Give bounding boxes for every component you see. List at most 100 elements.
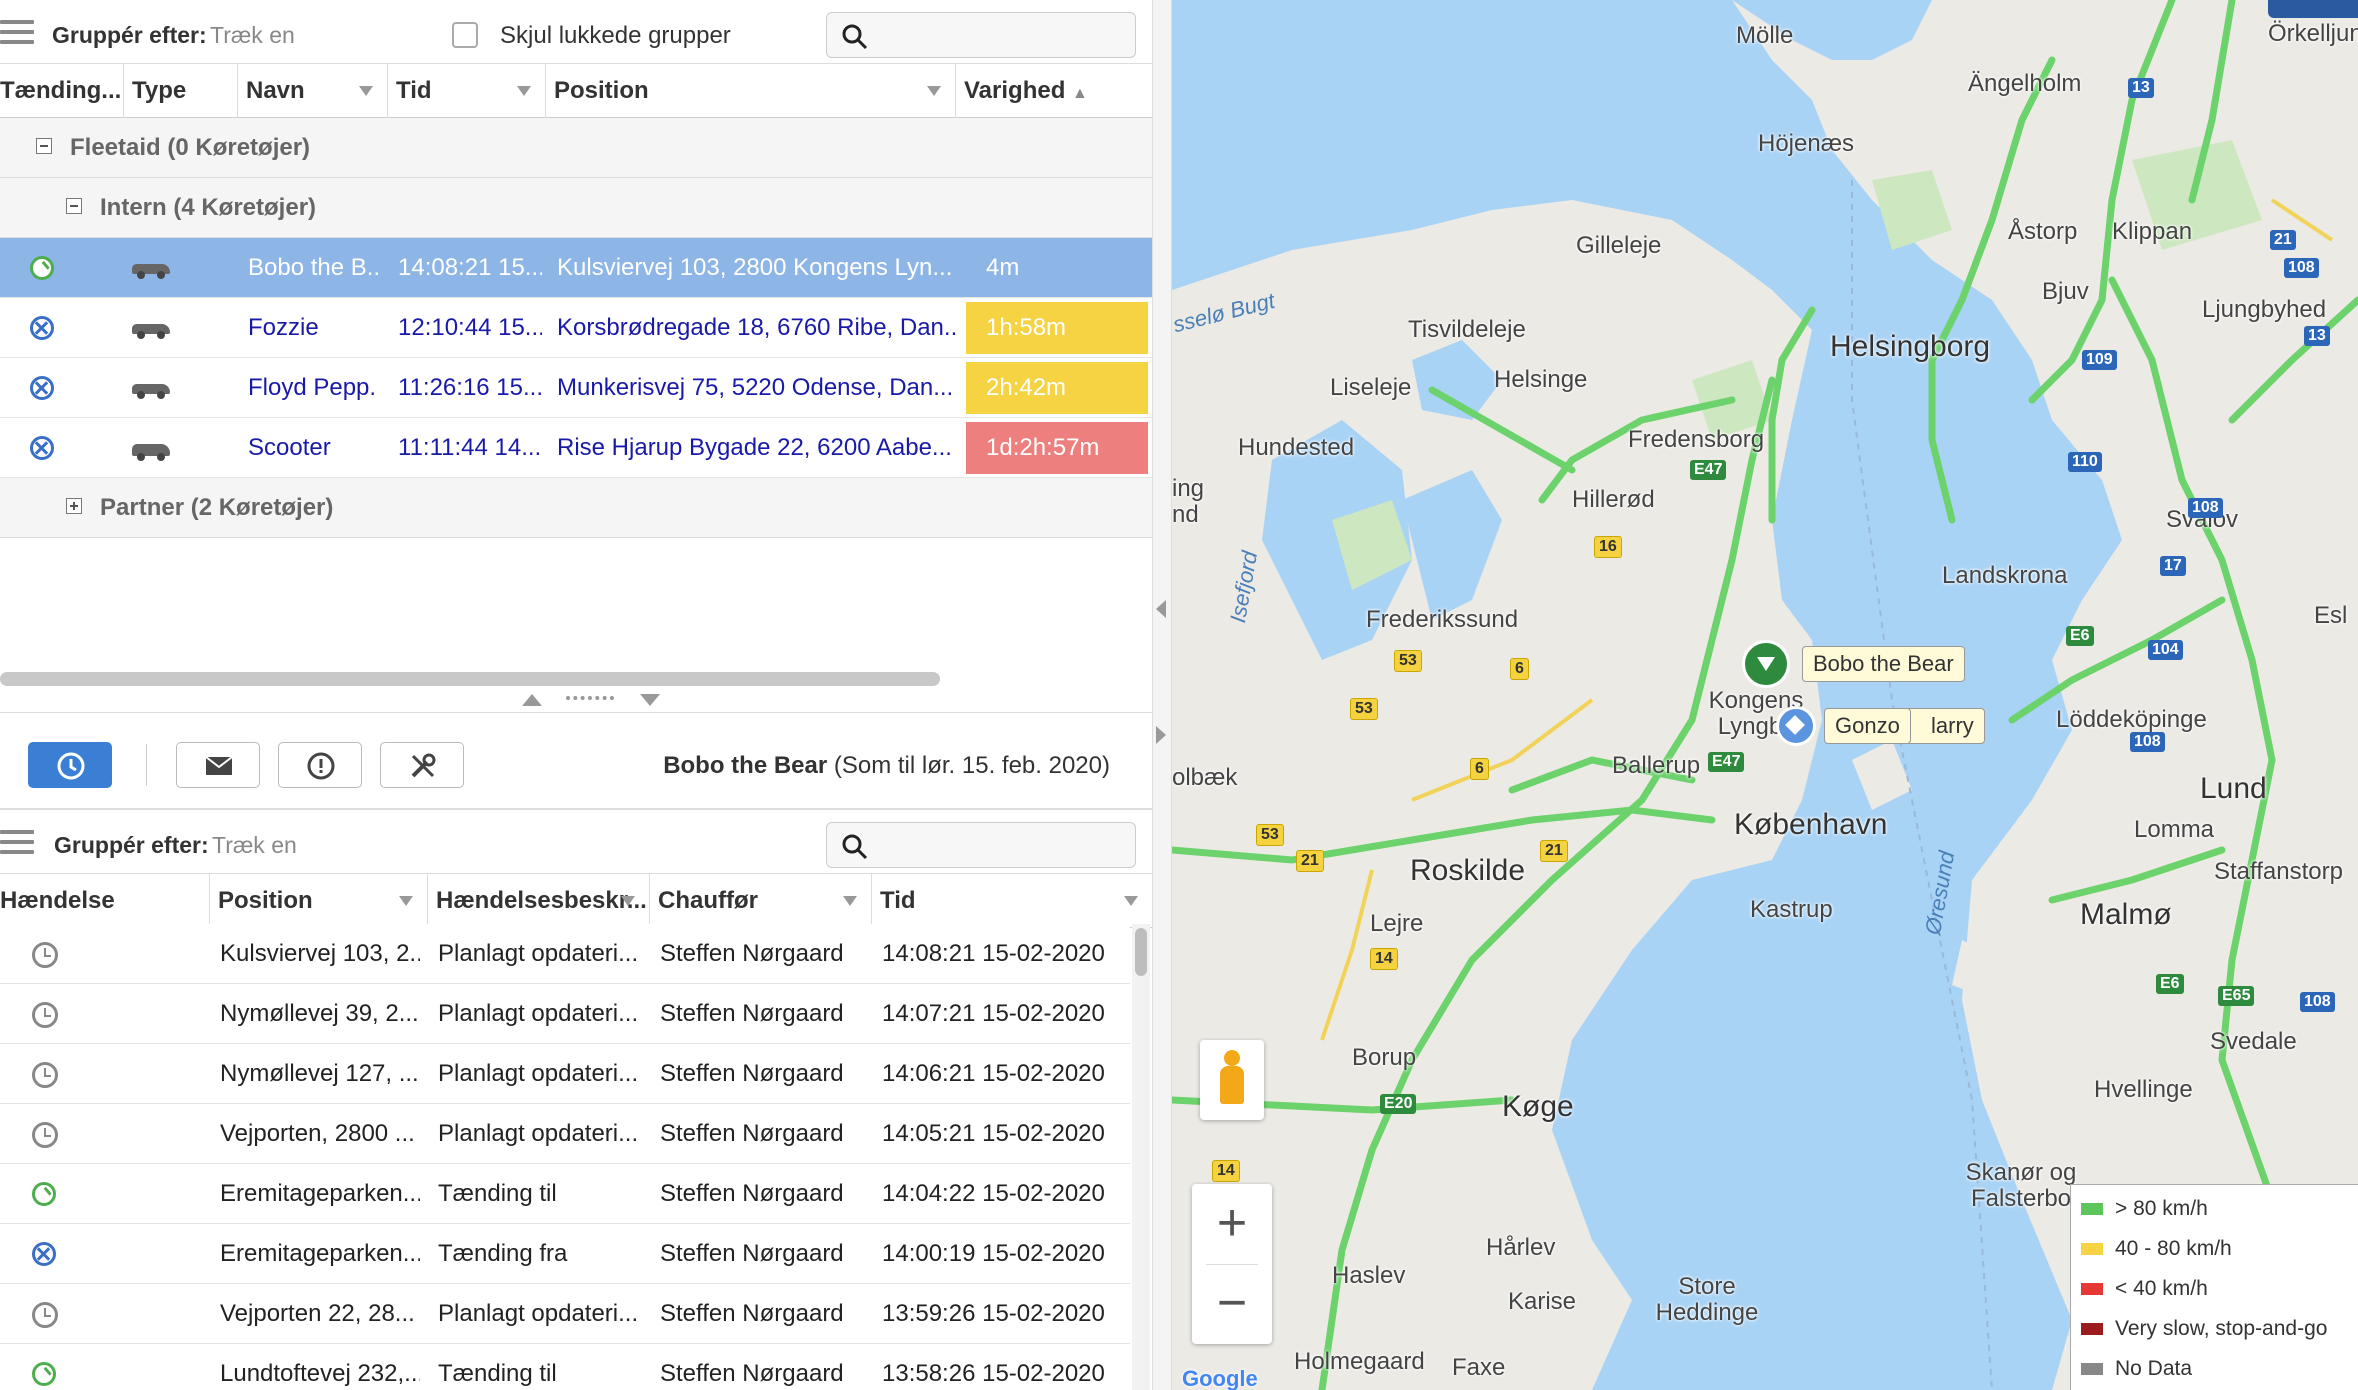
menu-icon[interactable]: [0, 830, 34, 854]
column-duration[interactable]: Varighed ▲: [956, 64, 1152, 118]
group-by-dropzone[interactable]: Træk en: [210, 22, 295, 49]
event-time: 14:07:21 15-02-2020: [882, 1000, 1105, 1027]
vertical-scrollbar[interactable]: [1132, 924, 1150, 1390]
vehicle-marker-label[interactable]: Bobo the Bear: [1802, 646, 1965, 682]
tools-button[interactable]: [380, 742, 464, 788]
road-shield: 108: [2300, 992, 2335, 1012]
map-label: Køge: [1502, 1090, 1574, 1123]
drag-handle-icon[interactable]: [566, 696, 614, 700]
road-shield: 53: [1350, 698, 1378, 720]
search-icon: [842, 24, 868, 50]
vehicle-position: Rise Hjarup Bygade 22, 6200 Aabe...: [557, 434, 952, 461]
action-bar: Bobo the Bear (Som til lør. 15. feb. 202…: [0, 714, 1152, 810]
event-position: Vejporten 22, 28...: [220, 1300, 415, 1327]
filter-icon[interactable]: [621, 896, 635, 906]
hide-closed-groups-checkbox[interactable]: [452, 22, 478, 48]
event-description: Planlagt opdateri...: [438, 1300, 638, 1327]
group-row-fleetaid[interactable]: Fleetaid (0 Køretøjer): [0, 118, 1152, 178]
history-button[interactable]: [28, 742, 112, 788]
legend-item: < 40 km/h: [2081, 1277, 2208, 1301]
mail-icon: [205, 756, 233, 775]
column-name[interactable]: Navn: [238, 64, 388, 118]
alert-icon: [307, 752, 335, 780]
message-button[interactable]: [176, 742, 260, 788]
map-view[interactable]: Mölle Örkelljung Ängelholm Höjenæs Åstor…: [1172, 0, 2358, 1390]
collapse-left-icon[interactable]: [1156, 600, 1166, 618]
map-corner-button[interactable]: [2268, 0, 2358, 18]
collapse-icon[interactable]: [66, 198, 82, 214]
filter-icon[interactable]: [927, 86, 941, 96]
event-row[interactable]: Nymøllevej 127, ... Planlagt opdateri...…: [0, 1044, 1130, 1104]
panel-divider[interactable]: [1152, 0, 1172, 1390]
road-shield: 109: [2082, 350, 2117, 370]
collapse-icon[interactable]: [36, 138, 52, 154]
zoom-out-button[interactable]: −: [1192, 1264, 1272, 1344]
street-view-pegman-icon[interactable]: [1200, 1040, 1264, 1120]
map-label: Helsingborg: [1830, 330, 1991, 363]
collapse-up-icon[interactable]: [522, 694, 542, 706]
column-position[interactable]: Position: [546, 64, 956, 118]
map-label: Roskilde: [1410, 854, 1526, 887]
filter-icon[interactable]: [359, 86, 373, 96]
event-row[interactable]: Nymøllevej 39, 2... Planlagt opdateri...…: [0, 984, 1130, 1044]
group-label: Partner (2 Køretøjer): [100, 494, 334, 521]
column-type[interactable]: Type: [124, 64, 238, 118]
menu-icon[interactable]: [0, 20, 34, 44]
map-label: Liseleje: [1330, 374, 1412, 401]
vehicle-row[interactable]: Scooter 11:11:44 14... Rise Hjarup Bygad…: [0, 418, 1152, 478]
group-row-intern[interactable]: Intern (4 Køretøjer): [0, 178, 1152, 238]
event-row[interactable]: Lundtoftevej 232,... Tænding til Steffen…: [0, 1344, 1130, 1390]
collapse-right-icon[interactable]: [1156, 726, 1166, 744]
car-icon: [132, 264, 170, 279]
vehicle-search-input[interactable]: [826, 12, 1136, 58]
group-by-label: Gruppér efter:: [52, 22, 207, 48]
map-label: Mölle: [1736, 22, 1794, 49]
event-row[interactable]: Vejporten, 2800 ... Planlagt opdateri...…: [0, 1104, 1130, 1164]
map-label: Karise: [1508, 1288, 1577, 1315]
expand-icon[interactable]: [66, 498, 82, 514]
event-row[interactable]: Eremitageparken... Tænding til Steffen N…: [0, 1164, 1130, 1224]
event-row[interactable]: Kulsviervej 103, 2... Planlagt opdateri.…: [0, 924, 1130, 984]
vehicle-position: Korsbrødregade 18, 6760 Ribe, Dan...: [557, 314, 957, 341]
column-position[interactable]: Position: [210, 874, 428, 928]
vehicle-marker-icon[interactable]: [1742, 640, 1790, 688]
scrollbar-thumb[interactable]: [1135, 928, 1147, 976]
column-event[interactable]: Hændelse: [0, 874, 210, 928]
column-description[interactable]: Hændelsesbeskr...: [428, 874, 650, 928]
map-label: Ljungbyhed: [2202, 296, 2327, 323]
vehicle-row[interactable]: Fozzie 12:10:44 15... Korsbrødregade 18,…: [0, 298, 1152, 358]
road-shield: E47: [1708, 752, 1745, 772]
column-ignition[interactable]: Tænding...: [0, 64, 124, 118]
vehicle-row[interactable]: Floyd Pepp... 11:26:16 15... Munkerisvej…: [0, 358, 1152, 418]
group-by-dropzone[interactable]: Træk en: [212, 832, 297, 859]
column-driver[interactable]: Chauffør: [650, 874, 872, 928]
road-shield: 108: [2130, 732, 2165, 752]
filter-icon[interactable]: [517, 86, 531, 96]
column-time[interactable]: Tid: [872, 874, 1152, 928]
filter-icon[interactable]: [843, 896, 857, 906]
map-label: Örkelljung: [2268, 20, 2358, 47]
zoom-in-button[interactable]: +: [1192, 1184, 1272, 1264]
alert-button[interactable]: [278, 742, 362, 788]
road-shield: 6: [1510, 658, 1529, 680]
road-shield: 108: [2188, 498, 2223, 518]
selected-vehicle-info: Bobo the Bear (Som til lør. 15. feb. 202…: [663, 752, 1110, 780]
collapse-down-icon[interactable]: [640, 694, 660, 706]
vehicle-marker-label[interactable]: Gonzo: [1824, 708, 1911, 744]
horizontal-scrollbar[interactable]: [0, 672, 940, 686]
sort-icon[interactable]: ▲: [1072, 85, 1088, 102]
event-search-input[interactable]: [826, 822, 1136, 868]
map-label: København: [1734, 808, 1888, 841]
legend-swatch: [2081, 1203, 2103, 1216]
filter-icon[interactable]: [1124, 896, 1138, 906]
event-position: Nymøllevej 127, ...: [220, 1060, 419, 1087]
event-row[interactable]: Eremitageparken... Tænding fra Steffen N…: [0, 1224, 1130, 1284]
speed-legend: > 80 km/h 40 - 80 km/h < 40 km/h Very sl…: [2070, 1184, 2358, 1390]
vehicle-marker-icon[interactable]: [1776, 706, 1816, 746]
group-row-partner[interactable]: Partner (2 Køretøjer): [0, 478, 1152, 538]
filter-icon[interactable]: [399, 896, 413, 906]
column-time[interactable]: Tid: [388, 64, 546, 118]
panel-splitter[interactable]: [0, 688, 1152, 713]
event-row[interactable]: Vejporten 22, 28... Planlagt opdateri...…: [0, 1284, 1130, 1344]
vehicle-row[interactable]: Bobo the B... 14:08:21 15... Kulsviervej…: [0, 238, 1152, 298]
